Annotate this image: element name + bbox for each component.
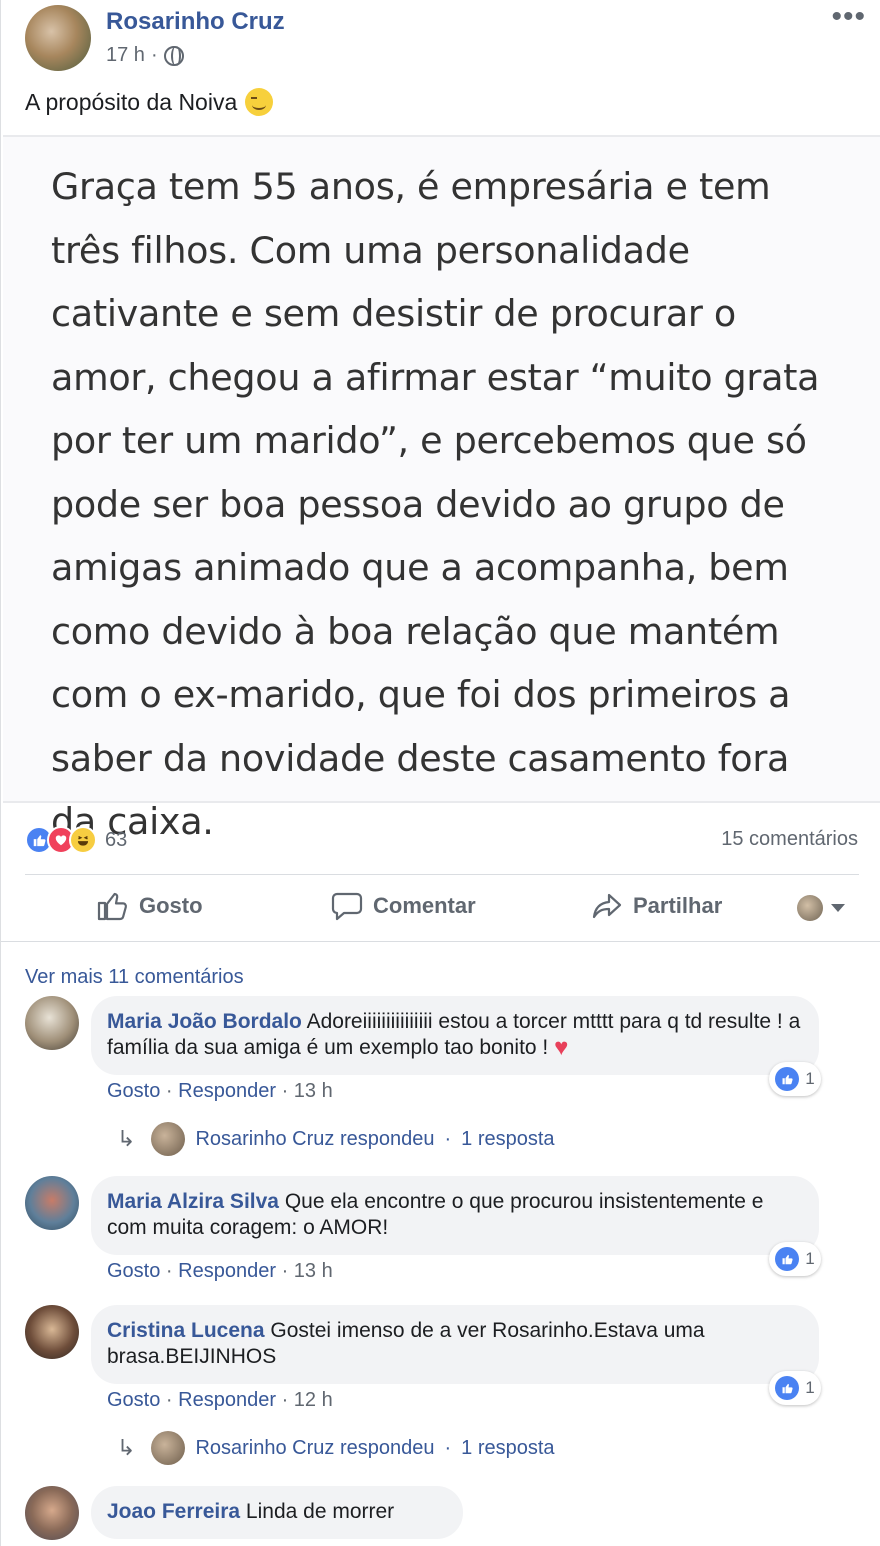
reaction-count: 63 [105, 828, 128, 851]
comment-time[interactable]: 13 h [294, 1080, 333, 1102]
separator: · [165, 1080, 173, 1102]
thumbs-up-icon [97, 892, 127, 921]
like-button[interactable]: Gosto [97, 891, 203, 921]
comment-like-badge[interactable]: 1 [769, 1062, 821, 1096]
divider [1, 941, 880, 942]
meta-separator: · [150, 44, 158, 66]
globe-icon[interactable] [163, 45, 184, 66]
comment-bubble: Maria Alzira Silva Que ela encontre o qu… [91, 1176, 819, 1255]
post-card: Rosarinho Cruz 17 h · ••• A propósito da… [0, 0, 880, 1546]
reply-count: 1 resposta [461, 1436, 555, 1459]
separator: · [165, 1389, 173, 1411]
like-label: Gosto [139, 893, 203, 918]
separator: · [444, 1127, 452, 1150]
separator: · [281, 1389, 289, 1411]
post-author[interactable]: Rosarinho Cruz [106, 8, 285, 36]
avatar [797, 895, 823, 921]
comment-reply-link[interactable]: Responder [178, 1389, 276, 1411]
wink-emoji-icon [245, 88, 274, 116]
view-more-comments-link[interactable]: Ver mais 11 comentários [25, 966, 244, 989]
comment-reply-link[interactable]: Responder [178, 1260, 276, 1282]
comment-label: Comentar [373, 893, 476, 918]
comments-count[interactable]: 15 comentários [721, 828, 858, 851]
speech-bubble-icon [331, 892, 363, 921]
comment-bubble: Joao Ferreira Linda de morrer [91, 1486, 463, 1539]
separator: · [165, 1260, 173, 1282]
comment-bubble: Maria João Bordalo Adoreiiiiiiiiiiiiiii … [91, 996, 819, 1076]
author-avatar[interactable] [25, 5, 91, 71]
thumbs-up-icon [775, 1247, 800, 1271]
post-caption: A propósito da Noiva [25, 88, 274, 116]
separator: · [444, 1436, 452, 1459]
comment-author[interactable]: Joao Ferreira [107, 1500, 240, 1523]
thumbs-up-icon [775, 1376, 800, 1400]
avatar [151, 1122, 186, 1156]
comment-like-link[interactable]: Gosto [107, 1389, 160, 1411]
comment-time[interactable]: 12 h [294, 1389, 333, 1411]
comment-reply-link[interactable]: Responder [178, 1080, 276, 1102]
reply-author: Rosarinho Cruz respondeu [195, 1127, 435, 1150]
comment-button[interactable]: Comentar [331, 891, 476, 921]
comment-author[interactable]: Maria Alzira Silva [107, 1190, 279, 1213]
haha-reaction-icon [69, 826, 97, 854]
share-arrow-icon [592, 893, 622, 919]
replies-link[interactable]: ↳ Rosarinho Cruz respondeu · 1 resposta [117, 1122, 555, 1156]
caption-text: A propósito da Noiva [25, 88, 238, 115]
avatar [151, 1431, 186, 1465]
post-meta: 17 h · [106, 44, 184, 67]
share-label: Partilhar [633, 893, 723, 918]
post-time[interactable]: 17 h [106, 44, 145, 67]
like-count: 1 [805, 1249, 815, 1268]
comment-text: Linda de morrer [245, 1500, 395, 1523]
avatar[interactable] [25, 1176, 79, 1230]
comment-bubble: Cristina Lucena Gostei imenso de a ver R… [91, 1305, 819, 1384]
reply-arrow-icon: ↳ [117, 1435, 136, 1460]
replies-link[interactable]: ↳ Rosarinho Cruz respondeu · 1 resposta [117, 1431, 555, 1465]
avatar[interactable] [25, 1486, 79, 1540]
like-count: 1 [805, 1069, 815, 1088]
separator: · [281, 1260, 289, 1282]
comment-actions: Gosto · Responder · 12 h [107, 1389, 333, 1412]
avatar[interactable] [25, 1305, 79, 1359]
audience-selector[interactable] [797, 895, 845, 921]
like-count: 1 [805, 1378, 815, 1397]
avatar[interactable] [25, 996, 79, 1050]
share-button[interactable]: Partilhar [591, 891, 722, 921]
shared-image[interactable]: Graça tem 55 anos, é empresária e tem tr… [3, 135, 880, 843]
comment-like-link[interactable]: Gosto [107, 1260, 160, 1282]
reply-arrow-icon: ↳ [117, 1126, 136, 1151]
heart-icon: ♥ [554, 1034, 569, 1062]
more-options-icon[interactable]: ••• [831, 0, 866, 34]
comment-author[interactable]: Cristina Lucena [107, 1319, 265, 1342]
shared-image-text: Graça tem 55 anos, é empresária e tem tr… [51, 165, 820, 843]
reply-count: 1 resposta [461, 1127, 555, 1150]
thumbs-up-icon [775, 1067, 800, 1091]
reply-author: Rosarinho Cruz respondeu [195, 1436, 435, 1459]
comment-author[interactable]: Maria João Bordalo [107, 1010, 302, 1033]
divider [25, 874, 859, 875]
comment-actions: Gosto · Responder · 13 h [107, 1080, 333, 1103]
comment-time[interactable]: 13 h [294, 1260, 333, 1282]
reactions-summary[interactable]: 63 [25, 826, 127, 854]
action-bar: Gosto Comentar Partilhar [25, 885, 859, 935]
comment-like-link[interactable]: Gosto [107, 1080, 160, 1102]
comment-like-badge[interactable]: 1 [769, 1242, 821, 1276]
chevron-down-icon [831, 904, 845, 912]
comment-actions: Gosto · Responder · 13 h [107, 1260, 333, 1283]
comment-like-badge[interactable]: 1 [769, 1371, 821, 1405]
separator: · [281, 1080, 289, 1102]
